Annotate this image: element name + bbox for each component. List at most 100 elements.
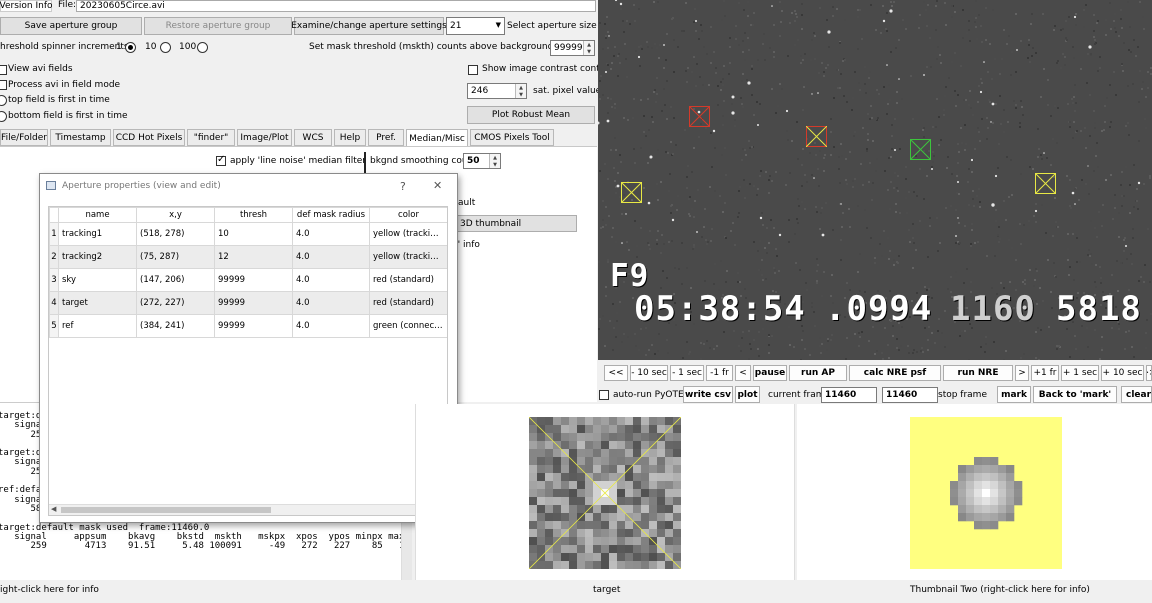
3d-thumbnail-button[interactable]: 3D thumbnail xyxy=(456,215,577,232)
status-right-text[interactable]: Thumbnail Two (right-click here for info… xyxy=(910,585,1090,595)
table-row[interactable]: 5 ref (384, 241) 99999 4.0 green (connec… xyxy=(49,314,447,338)
back-to-mark-button[interactable]: Back to 'mark' xyxy=(1033,386,1117,403)
cell-thresh[interactable]: 99999 xyxy=(214,291,293,315)
status-center-text[interactable]: target xyxy=(593,585,620,595)
table-row[interactable]: 3 sky (147, 206) 99999 4.0 red (standard… xyxy=(49,268,447,292)
nav-fwd-10sec-button[interactable]: + 10 sec xyxy=(1101,365,1144,381)
cell-radius[interactable]: 4.0 xyxy=(292,268,370,292)
auto-run-pyote-checkbox[interactable] xyxy=(599,390,609,400)
show-contrast-checkbox[interactable] xyxy=(468,65,478,75)
cell-name[interactable]: ref xyxy=(58,314,137,338)
tab-median-misc[interactable]: Median/Misc xyxy=(406,129,468,147)
calc-nre-psf-button[interactable]: calc NRE psf xyxy=(849,365,941,381)
cell-thresh[interactable]: 99999 xyxy=(214,314,293,338)
aperture-box-tracking2-yellow[interactable] xyxy=(1035,173,1056,194)
version-info-button[interactable]: Version Info xyxy=(0,0,53,12)
spinner-radio-1[interactable] xyxy=(125,42,136,53)
column-header-mask-radius[interactable]: def mask radius xyxy=(292,207,370,223)
cell-name[interactable]: target xyxy=(58,291,137,315)
close-icon[interactable]: ✕ xyxy=(433,179,442,192)
plot-button[interactable]: plot xyxy=(735,386,760,403)
spinner-radio-10[interactable] xyxy=(160,42,171,53)
status-left-text[interactable]: ight-click here for info xyxy=(0,585,99,595)
plot-robust-mean-button[interactable]: Plot Robust Mean xyxy=(467,106,595,124)
cell-name[interactable]: tracking2 xyxy=(58,245,137,269)
scrollbar-thumb[interactable] xyxy=(61,507,271,513)
aperture-box-sky-red[interactable] xyxy=(689,106,710,127)
table-row[interactable]: 4 target (272, 227) 99999 4.0 red (stand… xyxy=(49,291,447,315)
cell-color[interactable]: green (connect t... xyxy=(369,314,447,338)
clear-button[interactable]: clear xyxy=(1121,386,1152,403)
cell-xy[interactable]: (147, 206) xyxy=(136,268,215,292)
cell-color[interactable]: yellow (tracking ... xyxy=(369,245,447,269)
tab-wcs[interactable]: WCS xyxy=(294,129,332,146)
column-header-xy[interactable]: x,y xyxy=(136,207,215,223)
aperture-box-ref-green[interactable] xyxy=(910,139,931,160)
log-scrollbar[interactable] xyxy=(401,520,412,580)
write-csv-button[interactable]: write csv xyxy=(683,386,733,403)
cell-color[interactable]: red (standard) xyxy=(369,268,447,292)
tab-ccd-hot-pixels[interactable]: CCD Hot Pixels xyxy=(113,129,185,146)
thumbnail-one-panel[interactable] xyxy=(415,404,795,580)
cell-xy[interactable]: (272, 227) xyxy=(136,291,215,315)
cell-name[interactable]: tracking1 xyxy=(58,222,137,246)
nav-next-button[interactable]: > xyxy=(1015,365,1029,381)
examine-aperture-settings-button[interactable]: Examine/change aperture settings xyxy=(291,17,447,35)
cell-radius[interactable]: 4.0 xyxy=(292,245,370,269)
cell-name[interactable]: sky xyxy=(58,268,137,292)
tab-help[interactable]: Help xyxy=(334,129,366,146)
nav-back-1fr-button[interactable]: -1 fr xyxy=(706,365,733,381)
aperture-box-tracking-yellow[interactable] xyxy=(621,182,642,203)
aperture-box-target-red[interactable] xyxy=(806,126,827,147)
cell-radius[interactable]: 4.0 xyxy=(292,291,370,315)
column-header-color[interactable]: color xyxy=(369,207,447,223)
view-avi-fields-checkbox[interactable] xyxy=(0,65,7,75)
mark-button[interactable]: mark xyxy=(997,386,1031,403)
process-avi-checkbox[interactable] xyxy=(0,80,7,90)
cell-radius[interactable]: 4.0 xyxy=(292,314,370,338)
spinner-radio-100[interactable] xyxy=(197,42,208,53)
sat-pixel-spinner[interactable]: 246 ▲ ▼ xyxy=(467,83,527,99)
nav-fwd-1sec-button[interactable]: + 1 sec xyxy=(1061,365,1099,381)
restore-aperture-group-button[interactable]: Restore aperture group xyxy=(144,17,292,35)
tab-file-folder[interactable]: File/Folder xyxy=(0,129,48,146)
tab-cmos-pixels-tool[interactable]: CMOS Pixels Tool xyxy=(470,129,554,146)
cell-xy[interactable]: (518, 278) xyxy=(136,222,215,246)
table-row[interactable]: 2 tracking2 (75, 287) 12 4.0 yellow (tra… xyxy=(49,245,447,269)
file-path-field[interactable]: 20230605Circe.avi xyxy=(76,0,596,12)
dialog-titlebar[interactable]: Aperture properties (view and edit) ? ✕ xyxy=(40,174,457,198)
cell-thresh[interactable]: 99999 xyxy=(214,268,293,292)
spin-arrows-icon[interactable]: ▲ ▼ xyxy=(515,84,526,98)
nav-fwd-1fr-button[interactable]: +1 fr xyxy=(1031,365,1059,381)
cell-thresh[interactable]: 10 xyxy=(214,222,293,246)
cell-radius[interactable]: 4.0 xyxy=(292,222,370,246)
nav-last-button[interactable]: >> xyxy=(1146,365,1152,381)
nav-back-10sec-button[interactable]: - 10 sec xyxy=(630,365,668,381)
video-frame[interactable]: F9 05:38:54 .0994 1160 5818 xyxy=(598,0,1152,360)
run-nre-button[interactable]: run NRE xyxy=(943,365,1013,381)
current-frame-field[interactable]: 11460 xyxy=(821,387,877,403)
cell-xy[interactable]: (384, 241) xyxy=(136,314,215,338)
cell-color[interactable]: red (standard) xyxy=(369,291,447,315)
help-icon[interactable]: ? xyxy=(400,180,406,193)
cell-thresh[interactable]: 12 xyxy=(214,245,293,269)
run-ap-button[interactable]: run AP xyxy=(789,365,847,381)
top-field-first-radio[interactable] xyxy=(0,95,7,106)
thumbnail-two-panel[interactable] xyxy=(797,404,1152,580)
mask-threshold-spinner[interactable]: 99999 ▲ ▼ xyxy=(550,40,595,56)
bottom-field-first-radio[interactable] xyxy=(0,111,7,122)
aperture-size-select[interactable]: 21 ▼ xyxy=(446,17,505,35)
spin-arrows-icon[interactable]: ▲ ▼ xyxy=(583,41,594,55)
cell-color[interactable]: yellow (tracking ... xyxy=(369,222,447,246)
line-noise-checkbox[interactable]: ✓ xyxy=(216,154,226,166)
column-header-thresh[interactable]: thresh xyxy=(214,207,293,223)
stop-frame-field[interactable]: 11460 xyxy=(882,387,938,403)
table-row[interactable]: 1 tracking1 (518, 278) 10 4.0 yellow (tr… xyxy=(49,222,447,246)
nav-first-button[interactable]: << xyxy=(604,365,628,381)
spin-arrows-icon[interactable]: ▲ ▼ xyxy=(489,154,500,168)
bkgnd-smoothing-spinner[interactable]: 50 ▲ ▼ xyxy=(463,153,501,169)
scroll-left-icon[interactable]: ◀ xyxy=(51,505,56,513)
tab-timestamp[interactable]: Timestamp xyxy=(50,129,111,146)
tab-image-plot[interactable]: Image/Plot xyxy=(237,129,292,146)
cell-xy[interactable]: (75, 287) xyxy=(136,245,215,269)
